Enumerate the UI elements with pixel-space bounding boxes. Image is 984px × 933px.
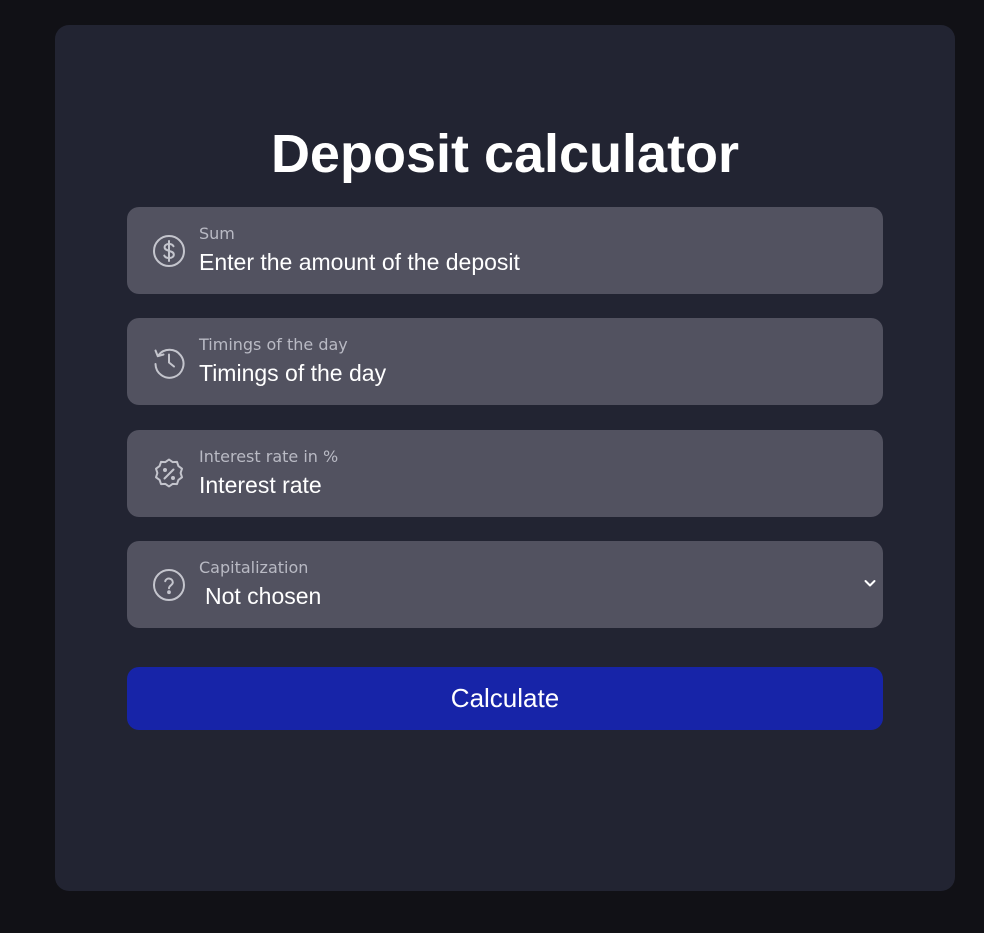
calculator-card: Deposit calculator Sum Timings of the da… (55, 25, 955, 891)
calculate-button[interactable]: Calculate (127, 667, 883, 730)
sum-field[interactable]: Sum (127, 207, 883, 294)
timings-input[interactable] (199, 359, 819, 387)
capitalization-label: Capitalization (199, 558, 309, 577)
interest-rate-label: Interest rate in % (199, 447, 339, 466)
sum-input[interactable] (199, 248, 819, 276)
timings-label: Timings of the day (199, 335, 348, 354)
question-circle-icon (151, 567, 187, 603)
timings-field[interactable]: Timings of the day (127, 318, 883, 405)
page-title: Deposit calculator (270, 124, 740, 184)
interest-rate-field[interactable]: Interest rate in % (127, 430, 883, 517)
capitalization-select[interactable]: Capitalization Not chosen (127, 541, 883, 628)
dollar-circle-icon (151, 233, 187, 269)
percent-badge-icon (151, 456, 187, 492)
sum-label: Sum (199, 224, 235, 243)
interest-rate-input[interactable] (199, 471, 819, 499)
capitalization-value: Not chosen (205, 583, 322, 609)
chevron-down-icon[interactable] (861, 574, 879, 592)
history-icon (151, 344, 187, 380)
